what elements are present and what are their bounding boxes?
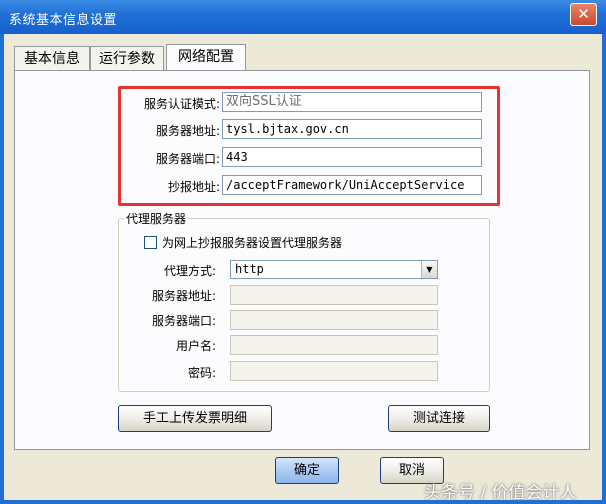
window-frame-right: [602, 34, 606, 504]
server-address-label: 服务器地址:: [155, 124, 220, 138]
proxy-enable-label[interactable]: 为网上抄报服务器设置代理服务器: [162, 234, 342, 251]
proxy-username-label: 用户名:: [175, 339, 216, 353]
window-title: 系统基本信息设置: [9, 13, 118, 28]
report-address-label: 抄报地址:: [167, 180, 220, 194]
proxy-server-address-label: 服务器地址:: [151, 289, 216, 303]
auth-mode-field[interactable]: 双向SSL认证: [222, 92, 482, 112]
manual-upload-button[interactable]: 手工上传发票明细: [118, 405, 272, 432]
proxy-mode-select[interactable]: http ▼: [230, 260, 438, 279]
title-bar[interactable]: 系统基本信息设置 ✕: [0, 0, 606, 34]
server-address-input[interactable]: tysl.bjtax.gov.cn: [222, 119, 482, 139]
test-connection-button[interactable]: 测试连接: [388, 405, 490, 432]
chevron-down-icon[interactable]: ▼: [421, 261, 437, 278]
proxy-password-input[interactable]: [230, 361, 438, 381]
tab-basic-info[interactable]: 基本信息: [14, 46, 90, 70]
watermark: 头条号 / 价值会计人: [424, 483, 577, 503]
tab-network-config[interactable]: 网络配置: [166, 44, 246, 70]
proxy-password-label: 密码:: [187, 366, 216, 380]
close-button[interactable]: ✕: [570, 3, 597, 26]
proxy-server-port-input[interactable]: [230, 310, 438, 330]
server-port-label: 服务器端口:: [155, 152, 220, 166]
report-address-input[interactable]: /acceptFramework/UniAcceptService: [222, 175, 482, 195]
proxy-username-input[interactable]: [230, 335, 438, 355]
close-icon: ✕: [577, 5, 590, 23]
auth-mode-label: 服务认证模式:: [143, 97, 220, 111]
proxy-mode-label: 代理方式:: [163, 264, 216, 278]
ok-button[interactable]: 确定: [275, 457, 339, 484]
server-port-input[interactable]: 443: [222, 147, 482, 167]
proxy-server-address-input[interactable]: [230, 285, 438, 305]
proxy-mode-value: http: [235, 262, 264, 276]
proxy-enable-checkbox[interactable]: [144, 236, 157, 249]
proxy-server-port-label: 服务器端口:: [151, 314, 216, 328]
tab-run-params[interactable]: 运行参数: [90, 46, 164, 70]
proxy-group-title: 代理服务器: [124, 210, 189, 227]
